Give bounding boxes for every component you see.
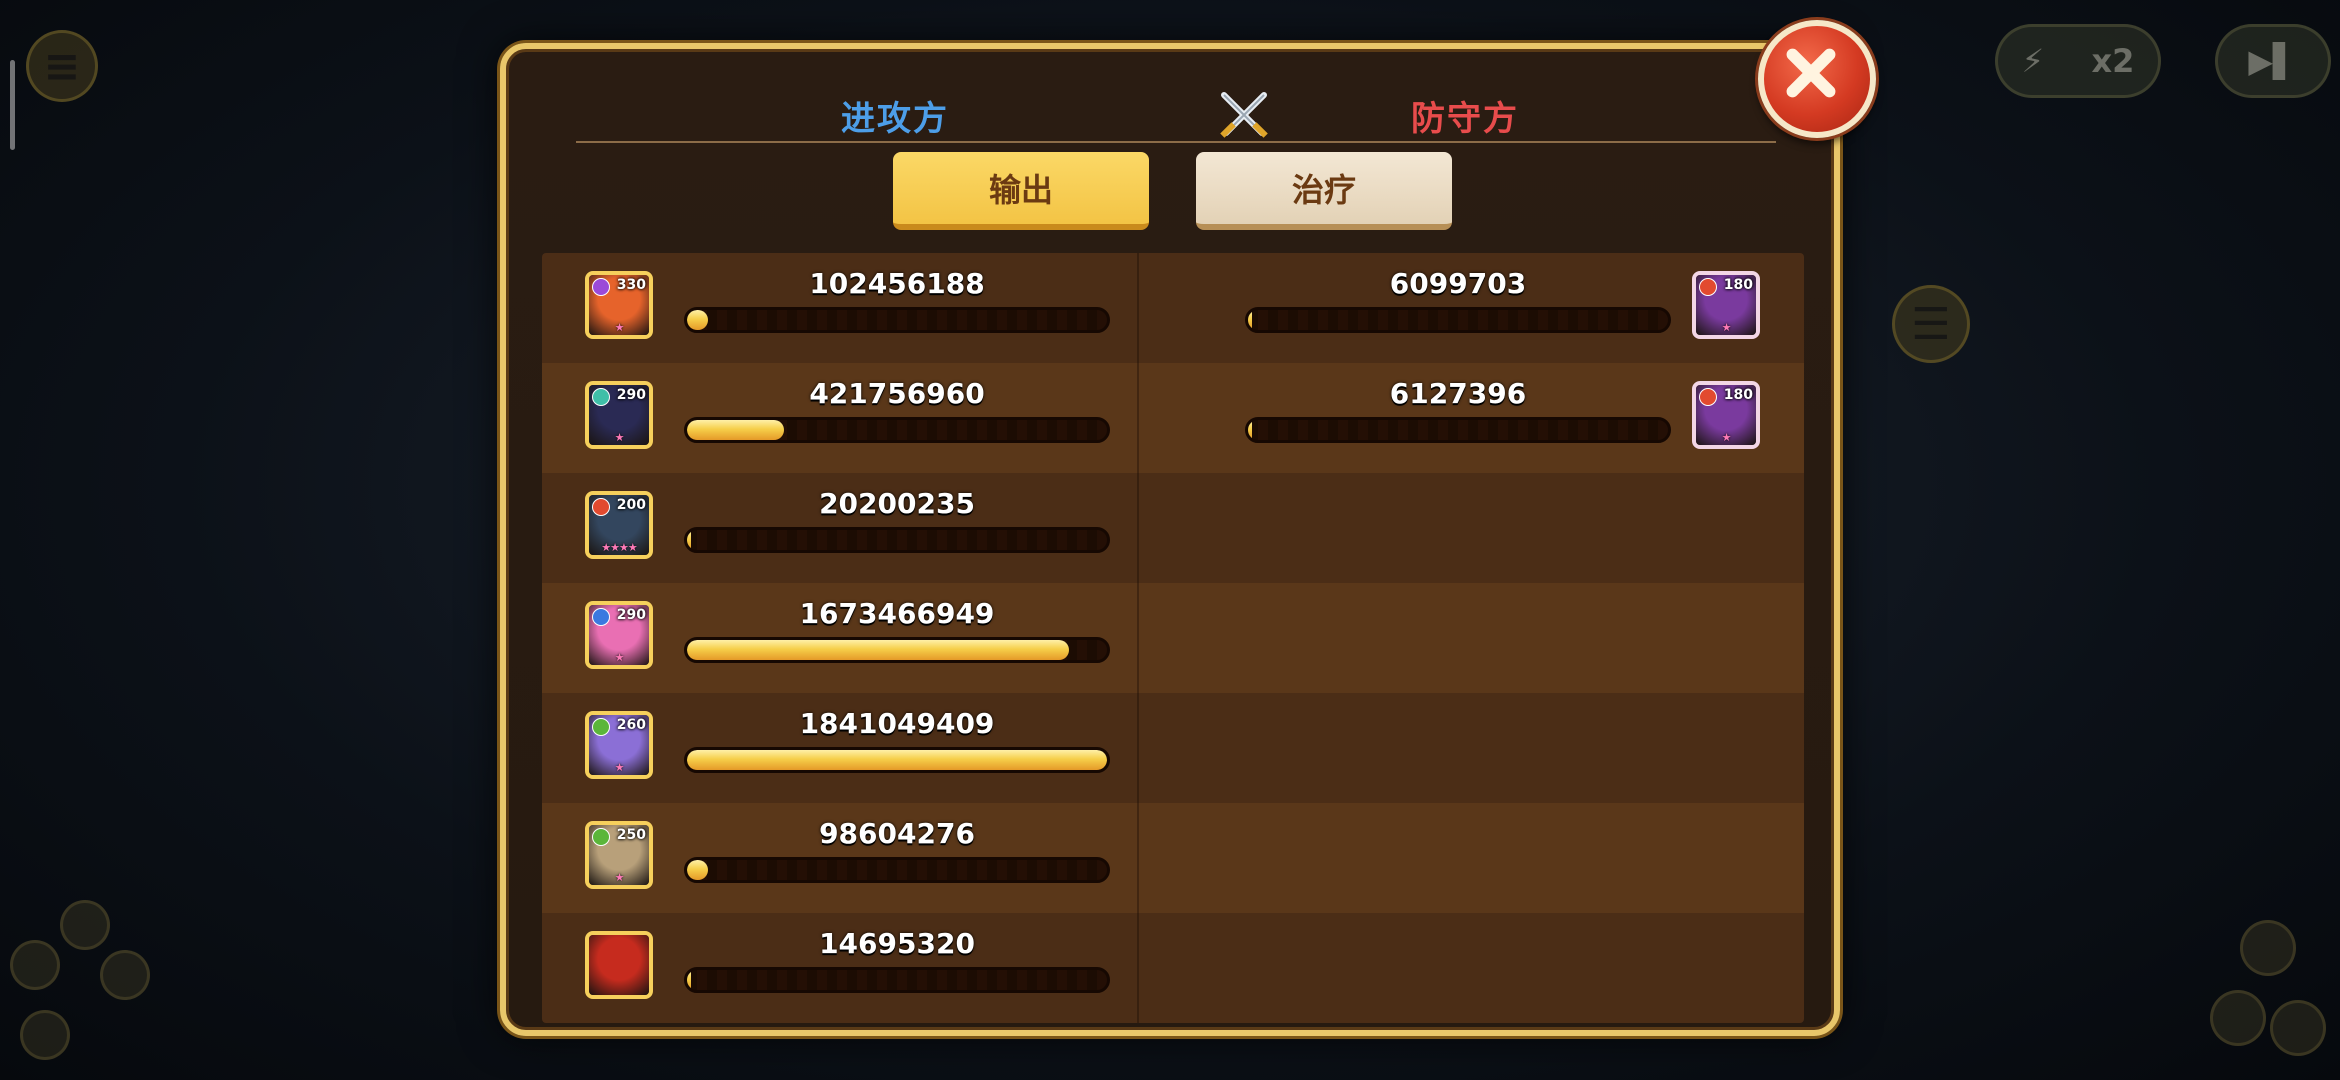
hero-stars: ★ — [614, 651, 625, 664]
damage-progress-fill — [687, 420, 784, 440]
hero-level: 260 — [616, 717, 646, 733]
damage-progress-bar — [1245, 417, 1671, 443]
damage-progress-bar — [1245, 307, 1671, 333]
menu-button[interactable]: ≡ — [26, 30, 98, 102]
stats-row: 250 ★ 98604276 — [542, 803, 1804, 913]
damage-progress-fill — [1248, 420, 1252, 440]
hero-stars: ★ — [1721, 321, 1732, 334]
element-icon — [592, 608, 610, 626]
list-icon: ☰ — [1911, 298, 1951, 350]
tab-damage-label: 输出 — [988, 171, 1053, 209]
damage-progress-fill — [687, 530, 691, 550]
hero-portrait — [589, 935, 649, 995]
skip-button[interactable]: ▶▌ — [2215, 24, 2331, 98]
element-icon — [592, 278, 610, 296]
stats-row: 200 ★★★★ 20200235 — [542, 473, 1804, 583]
attacker-damage-value: 98604276 — [819, 817, 975, 850]
hero-level: 290 — [616, 607, 646, 623]
defender-hero-avatar[interactable]: 180 ★ — [1692, 381, 1760, 449]
close-icon — [1786, 48, 1836, 98]
defender-hero-avatar[interactable]: 180 ★ — [1692, 271, 1760, 339]
attacker-damage-value: 20200235 — [819, 487, 975, 520]
stats-row: 290 ★ 421756960 180 ★ 6127396 — [542, 363, 1804, 473]
damage-progress-bar — [684, 967, 1110, 993]
skill-icon[interactable] — [10, 940, 60, 990]
attacker-hero-avatar[interactable]: 290 ★ — [585, 601, 653, 669]
hero-stars: ★ — [614, 431, 625, 444]
attacker-hero-avatar[interactable] — [585, 931, 653, 999]
column-divider — [1137, 253, 1139, 1023]
hero-level: 290 — [616, 387, 646, 403]
menu-icon: ≡ — [43, 40, 81, 92]
attacker-title: 进攻方 — [841, 99, 949, 139]
skip-icon: ▶▌ — [2248, 42, 2298, 80]
stats-row: 14695320 — [542, 913, 1804, 1023]
hero-stars: ★ — [614, 871, 625, 884]
attacker-damage-value: 102456188 — [809, 267, 985, 300]
element-icon — [592, 828, 610, 846]
stats-row: 260 ★ 1841049409 — [542, 693, 1804, 803]
battle-stats-panel: 进攻方 防守方 输出 治疗 330 ★ 102456188 180 ★ 6099703 29… — [500, 43, 1840, 1036]
damage-progress-fill — [687, 750, 1107, 770]
attacker-damage-value: 14695320 — [819, 927, 975, 960]
stats-list[interactable]: 330 ★ 102456188 180 ★ 6099703 290 ★ 421756960 180… — [542, 253, 1804, 1023]
defender-damage-value: 6127396 — [1389, 377, 1527, 410]
speed-toggle[interactable]: ⚡ x2 — [1995, 24, 2161, 98]
hero-level: 330 — [616, 277, 646, 293]
defender-damage-value: 6099703 — [1389, 267, 1527, 300]
hero-level: 180 — [1723, 387, 1753, 403]
attacker-damage-value: 1841049409 — [799, 707, 995, 740]
list-button[interactable]: ☰ — [1892, 285, 1970, 363]
hero-level: 200 — [616, 497, 646, 513]
close-button[interactable] — [1758, 20, 1876, 138]
element-icon — [592, 388, 610, 406]
element-icon — [592, 718, 610, 736]
damage-progress-bar — [684, 417, 1110, 443]
tab-healing-label: 治疗 — [1291, 171, 1356, 209]
tab-healing[interactable]: 治疗 — [1196, 152, 1452, 230]
defender-title: 防守方 — [1411, 99, 1519, 139]
skill-icon[interactable] — [2270, 1000, 2326, 1056]
skill-icon[interactable] — [2240, 920, 2296, 976]
attacker-hero-avatar[interactable]: 260 ★ — [585, 711, 653, 779]
skill-icon[interactable] — [2210, 990, 2266, 1046]
skill-icon[interactable] — [60, 900, 110, 950]
element-icon — [1699, 388, 1717, 406]
tab-damage[interactable]: 输出 — [893, 152, 1149, 230]
stats-row: 330 ★ 102456188 180 ★ 6099703 — [542, 253, 1804, 363]
damage-progress-bar — [684, 307, 1110, 333]
hero-stars: ★★★★ — [601, 541, 637, 554]
attacker-hero-avatar[interactable]: 250 ★ — [585, 821, 653, 889]
damage-progress-bar — [684, 527, 1110, 553]
hero-stars: ★ — [1721, 431, 1732, 444]
hero-stars: ★ — [614, 761, 625, 774]
element-icon — [1699, 278, 1717, 296]
side-header: 进攻方 防守方 — [576, 69, 1776, 143]
damage-progress-fill — [1248, 310, 1252, 330]
attacker-hero-avatar[interactable]: 290 ★ — [585, 381, 653, 449]
lightning-icon: ⚡ — [2021, 42, 2045, 80]
scroll-indicator — [10, 60, 15, 150]
skill-icon[interactable] — [20, 1010, 70, 1060]
crossed-swords-icon — [1220, 92, 1268, 138]
hero-stars: ★ — [614, 321, 625, 334]
speed-label: x2 — [2091, 42, 2135, 80]
damage-progress-bar — [684, 747, 1110, 773]
skill-icon[interactable] — [100, 950, 150, 1000]
stats-row: 290 ★ 1673466949 — [542, 583, 1804, 693]
damage-progress-fill — [687, 310, 708, 330]
hero-level: 250 — [616, 827, 646, 843]
damage-progress-fill — [687, 970, 691, 990]
hero-level: 180 — [1723, 277, 1753, 293]
damage-progress-bar — [684, 637, 1110, 663]
attacker-hero-avatar[interactable]: 200 ★★★★ — [585, 491, 653, 559]
attacker-damage-value: 421756960 — [809, 377, 985, 410]
attacker-hero-avatar[interactable]: 330 ★ — [585, 271, 653, 339]
damage-progress-fill — [687, 860, 708, 880]
attacker-damage-value: 1673466949 — [799, 597, 995, 630]
damage-progress-fill — [687, 640, 1070, 660]
damage-progress-bar — [684, 857, 1110, 883]
element-icon — [592, 498, 610, 516]
